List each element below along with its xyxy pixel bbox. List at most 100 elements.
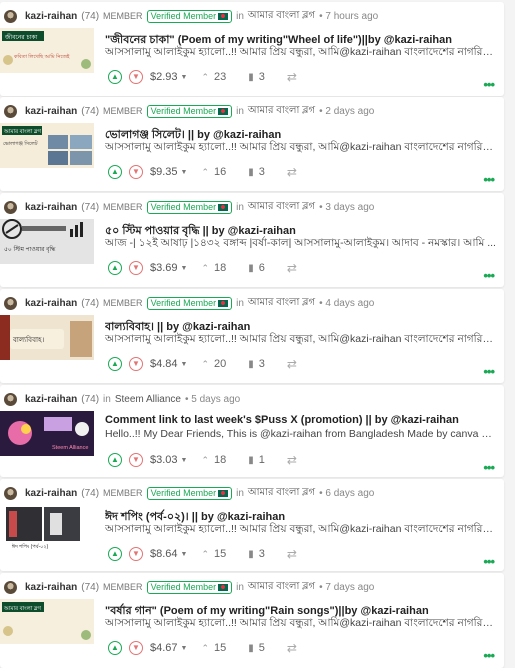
dots-icon[interactable]: ••• xyxy=(483,78,495,91)
comment-count[interactable]: 3 xyxy=(259,548,265,560)
vote-count[interactable]: 16 xyxy=(214,166,226,178)
comment-count[interactable]: 1 xyxy=(259,454,265,466)
post-card[interactable]: kazi-raihan (74) in Steem Alliance • 5 d… xyxy=(0,385,504,477)
repeat-icon[interactable]: ⇄ xyxy=(287,641,297,655)
post-summary[interactable]: আসসালামু আলাইকুম হ্যালো..!! আমার প্রিয় … xyxy=(105,140,496,157)
chevron-down-icon[interactable]: ▼ xyxy=(129,453,143,467)
post-card[interactable]: kazi-raihan (74) MEMBER Verified Member … xyxy=(0,289,504,383)
post-card[interactable]: kazi-raihan (74) MEMBER Verified Member … xyxy=(0,573,504,668)
chevron-down-icon[interactable]: ▼ xyxy=(129,641,143,655)
vote-count[interactable]: 18 xyxy=(214,454,226,466)
chevron-down-icon[interactable]: ▼ xyxy=(129,547,143,561)
post-thumbnail[interactable]: বাল্যবিবাহ। xyxy=(0,315,94,360)
comment-icon[interactable]: ▮ xyxy=(248,359,254,370)
community-link[interactable]: আমার বাংলা ব্লগ xyxy=(248,295,315,311)
author-link[interactable]: kazi-raihan xyxy=(25,488,77,499)
post-card[interactable]: kazi-raihan (74) MEMBER Verified Member … xyxy=(0,193,504,287)
post-summary[interactable]: আজ -| ১২ই আষাঢ় |১৪৩২ বঙ্গাব্দ |বর্ষা-কা… xyxy=(105,236,496,253)
payout-dropdown-icon[interactable]: ▼ xyxy=(181,265,188,272)
comment-count[interactable]: 3 xyxy=(259,71,265,83)
vote-count[interactable]: 15 xyxy=(214,548,226,560)
payout-dropdown-icon[interactable]: ▼ xyxy=(181,74,188,81)
avatar[interactable] xyxy=(4,580,17,594)
dots-icon[interactable]: ••• xyxy=(483,173,495,186)
community-link[interactable]: আমার বাংলা ব্লগ xyxy=(248,579,315,595)
chevron-down-icon[interactable]: ▼ xyxy=(129,165,143,179)
dots-icon[interactable]: ••• xyxy=(483,461,495,474)
author-link[interactable]: kazi-raihan xyxy=(25,202,77,213)
post-summary[interactable]: আসসালামু আলাইকুম হ্যালো..!! আমার প্রিয় … xyxy=(105,522,496,539)
comment-icon[interactable]: ▮ xyxy=(248,263,254,274)
community-link[interactable]: আমার বাংলা ব্লগ xyxy=(248,103,315,119)
community-link[interactable]: Steem Alliance xyxy=(115,394,181,405)
avatar[interactable] xyxy=(4,296,17,310)
payout-value[interactable]: $3.03 xyxy=(150,454,178,466)
author-link[interactable]: kazi-raihan xyxy=(25,11,77,22)
post-thumbnail[interactable]: ঈদ শপিং (পর্ব-০২) xyxy=(0,505,94,550)
chevron-down-icon[interactable]: ▼ xyxy=(129,70,143,84)
comment-count[interactable]: 3 xyxy=(259,166,265,178)
payout-dropdown-icon[interactable]: ▼ xyxy=(181,551,188,558)
comment-icon[interactable]: ▮ xyxy=(248,643,254,654)
comment-count[interactable]: 5 xyxy=(259,642,265,654)
payout-value[interactable]: $4.84 xyxy=(150,358,178,370)
payout-dropdown-icon[interactable]: ▼ xyxy=(181,169,188,176)
avatar[interactable] xyxy=(4,200,17,214)
payout-value[interactable]: $2.93 xyxy=(150,71,178,83)
post-summary[interactable]: আসসালামু আলাইকুম হ্যালো..!! আমার প্রিয় … xyxy=(105,616,496,633)
chevron-up-icon[interactable]: ▲ xyxy=(108,261,122,275)
dots-icon[interactable]: ••• xyxy=(483,269,495,282)
dots-icon[interactable]: ••• xyxy=(483,649,495,662)
community-link[interactable]: আমার বাংলা ব্লগ xyxy=(248,8,315,24)
author-link[interactable]: kazi-raihan xyxy=(25,582,77,593)
chevron-up-icon[interactable]: ▲ xyxy=(108,357,122,371)
post-thumbnail[interactable]: আমার বাংলা ব্লগ xyxy=(0,599,94,644)
repeat-icon[interactable]: ⇄ xyxy=(287,357,297,371)
post-card[interactable]: kazi-raihan (74) MEMBER Verified Member … xyxy=(0,479,504,571)
chevron-down-icon[interactable]: ▼ xyxy=(129,261,143,275)
payout-value[interactable]: $8.64 xyxy=(150,548,178,560)
repeat-icon[interactable]: ⇄ xyxy=(287,165,297,179)
chevron-up-icon[interactable]: ▲ xyxy=(108,70,122,84)
chevron-up-icon[interactable]: ▲ xyxy=(108,165,122,179)
comment-icon[interactable]: ▮ xyxy=(248,72,254,83)
vote-count[interactable]: 18 xyxy=(214,262,226,274)
author-link[interactable]: kazi-raihan xyxy=(25,106,77,117)
comment-count[interactable]: 3 xyxy=(259,358,265,370)
repeat-icon[interactable]: ⇄ xyxy=(287,261,297,275)
author-link[interactable]: kazi-raihan xyxy=(25,394,77,405)
chevron-up-icon[interactable]: ▲ xyxy=(108,547,122,561)
post-thumbnail[interactable]: Steem Alliance xyxy=(0,411,94,456)
payout-dropdown-icon[interactable]: ▼ xyxy=(181,645,188,652)
post-summary[interactable]: আসসালামু আলাইকুম হ্যালো..!! আমার প্রিয় … xyxy=(105,45,496,62)
avatar[interactable] xyxy=(4,9,17,23)
post-summary[interactable]: Hello..!! My Dear Friends, This is @kazi… xyxy=(105,428,496,440)
payout-value[interactable]: $9.35 xyxy=(150,166,178,178)
avatar[interactable] xyxy=(4,486,17,500)
dots-icon[interactable]: ••• xyxy=(483,555,495,568)
chevron-up-icon[interactable]: ▲ xyxy=(108,453,122,467)
repeat-icon[interactable]: ⇄ xyxy=(287,547,297,561)
post-title[interactable]: Comment link to last week's $Puss X (pro… xyxy=(105,414,496,426)
comment-icon[interactable]: ▮ xyxy=(248,167,254,178)
post-card[interactable]: kazi-raihan (74) MEMBER Verified Member … xyxy=(0,97,504,191)
repeat-icon[interactable]: ⇄ xyxy=(287,453,297,467)
author-link[interactable]: kazi-raihan xyxy=(25,298,77,309)
avatar[interactable] xyxy=(4,392,17,406)
payout-dropdown-icon[interactable]: ▼ xyxy=(181,361,188,368)
comment-icon[interactable]: ▮ xyxy=(248,549,254,560)
comment-icon[interactable]: ▮ xyxy=(248,455,254,466)
chevron-up-icon[interactable]: ▲ xyxy=(108,641,122,655)
repeat-icon[interactable]: ⇄ xyxy=(287,70,297,84)
vote-count[interactable]: 23 xyxy=(214,71,226,83)
dots-icon[interactable]: ••• xyxy=(483,365,495,378)
post-thumbnail[interactable]: আমার বাংলা ব্লগ ভোলাগঞ্জ সিলেট xyxy=(0,123,94,168)
vote-count[interactable]: 20 xyxy=(214,358,226,370)
vote-count[interactable]: 15 xyxy=(214,642,226,654)
community-link[interactable]: আমার বাংলা ব্লগ xyxy=(248,485,315,501)
post-card[interactable]: kazi-raihan (74) MEMBER Verified Member … xyxy=(0,2,504,96)
post-thumbnail[interactable]: ৫০ স্টিম পাওয়ার বৃদ্ধি xyxy=(0,219,94,264)
community-link[interactable]: আমার বাংলা ব্লগ xyxy=(248,199,315,215)
payout-value[interactable]: $4.67 xyxy=(150,642,178,654)
comment-count[interactable]: 6 xyxy=(259,262,265,274)
